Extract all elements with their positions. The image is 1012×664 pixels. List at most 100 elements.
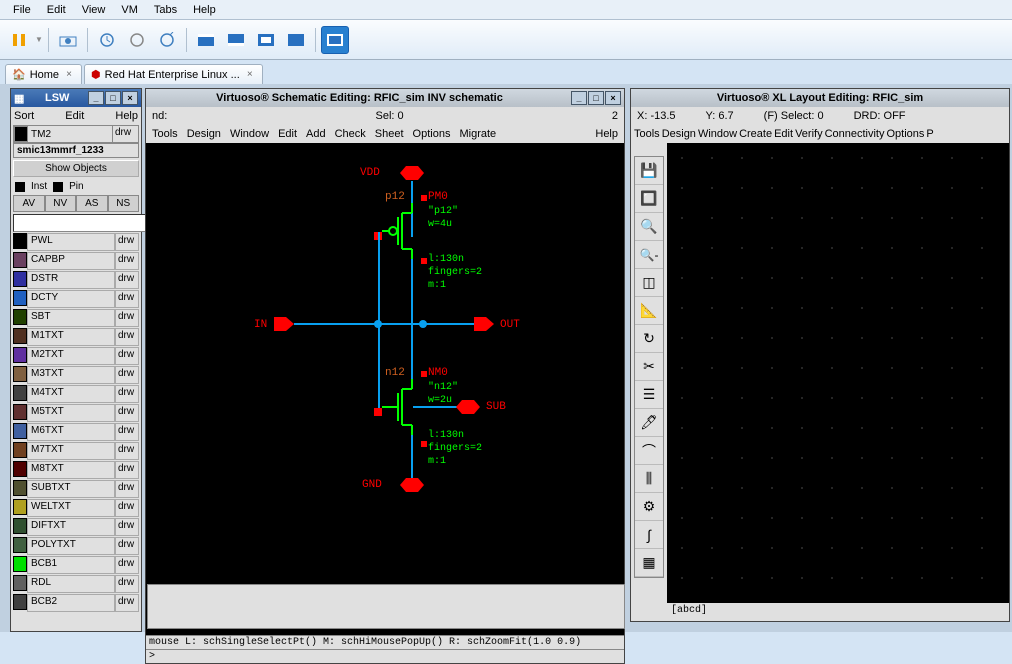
pin-checkbox[interactable]: [53, 182, 63, 192]
menu-design[interactable]: Design: [662, 128, 696, 140]
lsw-edit[interactable]: Edit: [65, 110, 84, 122]
layer-row[interactable]: M4TXT drw: [13, 385, 139, 403]
pen-icon[interactable]: 🖊: [635, 409, 663, 437]
lsw-current-layer[interactable]: TM2 drw: [13, 125, 139, 143]
menu-check[interactable]: Check: [332, 128, 369, 140]
close-button[interactable]: ×: [605, 91, 621, 105]
menu-tabs[interactable]: Tabs: [146, 2, 185, 18]
layer-swatch: [13, 442, 27, 458]
minimize-button[interactable]: _: [88, 91, 104, 105]
unity-active-icon[interactable]: [321, 26, 349, 54]
rotate-icon[interactable]: ↻: [635, 325, 663, 353]
layer-row[interactable]: BCB2 drw: [13, 594, 139, 612]
menu-window[interactable]: Window: [227, 128, 272, 140]
snap-icon[interactable]: ⌒: [635, 437, 663, 465]
layer-row[interactable]: M8TXT drw: [13, 461, 139, 479]
menu-options[interactable]: Options: [410, 128, 454, 140]
wave-icon[interactable]: ∫: [635, 521, 663, 549]
layer-row[interactable]: M7TXT drw: [13, 442, 139, 460]
layer-swatch: [13, 252, 27, 268]
menu-view[interactable]: View: [74, 2, 114, 18]
layer-row[interactable]: RDL drw: [13, 575, 139, 593]
layer-row[interactable]: M1TXT drw: [13, 328, 139, 346]
schematic-titlebar[interactable]: Virtuoso® Schematic Editing: RFIC_sim IN…: [146, 89, 624, 107]
clock3-icon[interactable]: [153, 26, 181, 54]
view1-icon[interactable]: [192, 26, 220, 54]
tab-redhat[interactable]: ⬢ Red Hat Enterprise Linux ... ×: [84, 64, 263, 84]
menu-tools[interactable]: Tools: [149, 128, 181, 140]
menu-verify[interactable]: Verify: [795, 128, 823, 140]
maximize-button[interactable]: □: [588, 91, 604, 105]
menu-edit[interactable]: Edit: [275, 128, 300, 140]
menu-add[interactable]: Add: [303, 128, 329, 140]
nv-button[interactable]: NV: [45, 195, 77, 212]
ns-button[interactable]: NS: [108, 195, 140, 212]
layer-row[interactable]: DCTY drw: [13, 290, 139, 308]
cut-icon[interactable]: ✂: [635, 353, 663, 381]
menu-edit[interactable]: Edit: [774, 128, 793, 140]
zoom-out-icon[interactable]: 🔍-: [635, 241, 663, 269]
layout-titlebar[interactable]: Virtuoso® XL Layout Editing: RFIC_sim: [631, 89, 1009, 107]
close-icon[interactable]: ×: [244, 69, 256, 81]
menu-vm[interactable]: VM: [113, 2, 146, 18]
clock2-icon[interactable]: [123, 26, 151, 54]
layer-row[interactable]: SUBTXT drw: [13, 480, 139, 498]
split-icon[interactable]: ◫: [635, 269, 663, 297]
view2-icon[interactable]: [222, 26, 250, 54]
gears-icon[interactable]: ⚙: [635, 493, 663, 521]
as-button[interactable]: AS: [76, 195, 108, 212]
layer-row[interactable]: M5TXT drw: [13, 404, 139, 422]
av-button[interactable]: AV: [13, 195, 45, 212]
close-button[interactable]: ×: [122, 91, 138, 105]
show-objects-button[interactable]: Show Objects: [13, 160, 139, 177]
maximize-button[interactable]: □: [105, 91, 121, 105]
layout-window: Virtuoso® XL Layout Editing: RFIC_sim X:…: [630, 88, 1010, 622]
menu-edit[interactable]: Edit: [39, 2, 74, 18]
layer-row[interactable]: PWL drw: [13, 233, 139, 251]
layer-row[interactable]: SBT drw: [13, 309, 139, 327]
schematic-canvas[interactable]: VDD p12 PM0 "p12" w=4u l:130n fingers=2 …: [146, 143, 624, 635]
layer-row[interactable]: WELTXT drw: [13, 499, 139, 517]
menu-design[interactable]: Design: [184, 128, 224, 140]
view4-icon[interactable]: [282, 26, 310, 54]
ruler-icon[interactable]: 📐: [635, 297, 663, 325]
save-icon[interactable]: 💾: [635, 157, 663, 185]
menu-connectivity[interactable]: Connectivity: [825, 128, 885, 140]
menu-create[interactable]: Create: [739, 128, 772, 140]
suspend-button[interactable]: [5, 26, 33, 54]
view3-icon[interactable]: [252, 26, 280, 54]
layer-row[interactable]: M2TXT drw: [13, 347, 139, 365]
tab-home[interactable]: 🏠 Home ×: [5, 64, 82, 84]
grid-icon[interactable]: ▦: [635, 549, 663, 577]
menu-tools[interactable]: Tools: [634, 128, 660, 140]
menu-help[interactable]: Help: [185, 2, 224, 18]
menu-sheet[interactable]: Sheet: [372, 128, 407, 140]
schematic-prompt[interactable]: >: [146, 649, 624, 663]
layer-row[interactable]: POLYTXT drw: [13, 537, 139, 555]
layer-row[interactable]: BCB1 drw: [13, 556, 139, 574]
snapshot-button[interactable]: [54, 26, 82, 54]
menu-p[interactable]: P: [926, 128, 933, 140]
menu-window[interactable]: Window: [698, 128, 737, 140]
menu-migrate[interactable]: Migrate: [456, 128, 499, 140]
layer-row[interactable]: M6TXT drw: [13, 423, 139, 441]
menu-options[interactable]: Options: [887, 128, 925, 140]
equalizer-icon[interactable]: ⫼: [635, 465, 663, 493]
lsw-titlebar[interactable]: ▦ LSW _ □ ×: [11, 89, 141, 107]
sliders-icon[interactable]: ☰: [635, 381, 663, 409]
zoom-in-icon[interactable]: 🔍: [635, 213, 663, 241]
layout-canvas[interactable]: [667, 143, 1009, 603]
minimize-button[interactable]: _: [571, 91, 587, 105]
fit-icon[interactable]: 🔲: [635, 185, 663, 213]
layer-row[interactable]: M3TXT drw: [13, 366, 139, 384]
menu-help[interactable]: Help: [592, 128, 621, 140]
menu-file[interactable]: File: [5, 2, 39, 18]
layer-row[interactable]: CAPBP drw: [13, 252, 139, 270]
inst-checkbox[interactable]: [15, 182, 25, 192]
lsw-help[interactable]: Help: [115, 110, 138, 122]
lsw-sort[interactable]: Sort: [14, 110, 34, 122]
close-icon[interactable]: ×: [63, 69, 75, 81]
layer-row[interactable]: DSTR drw: [13, 271, 139, 289]
clock1-icon[interactable]: [93, 26, 121, 54]
layer-row[interactable]: DIFTXT drw: [13, 518, 139, 536]
